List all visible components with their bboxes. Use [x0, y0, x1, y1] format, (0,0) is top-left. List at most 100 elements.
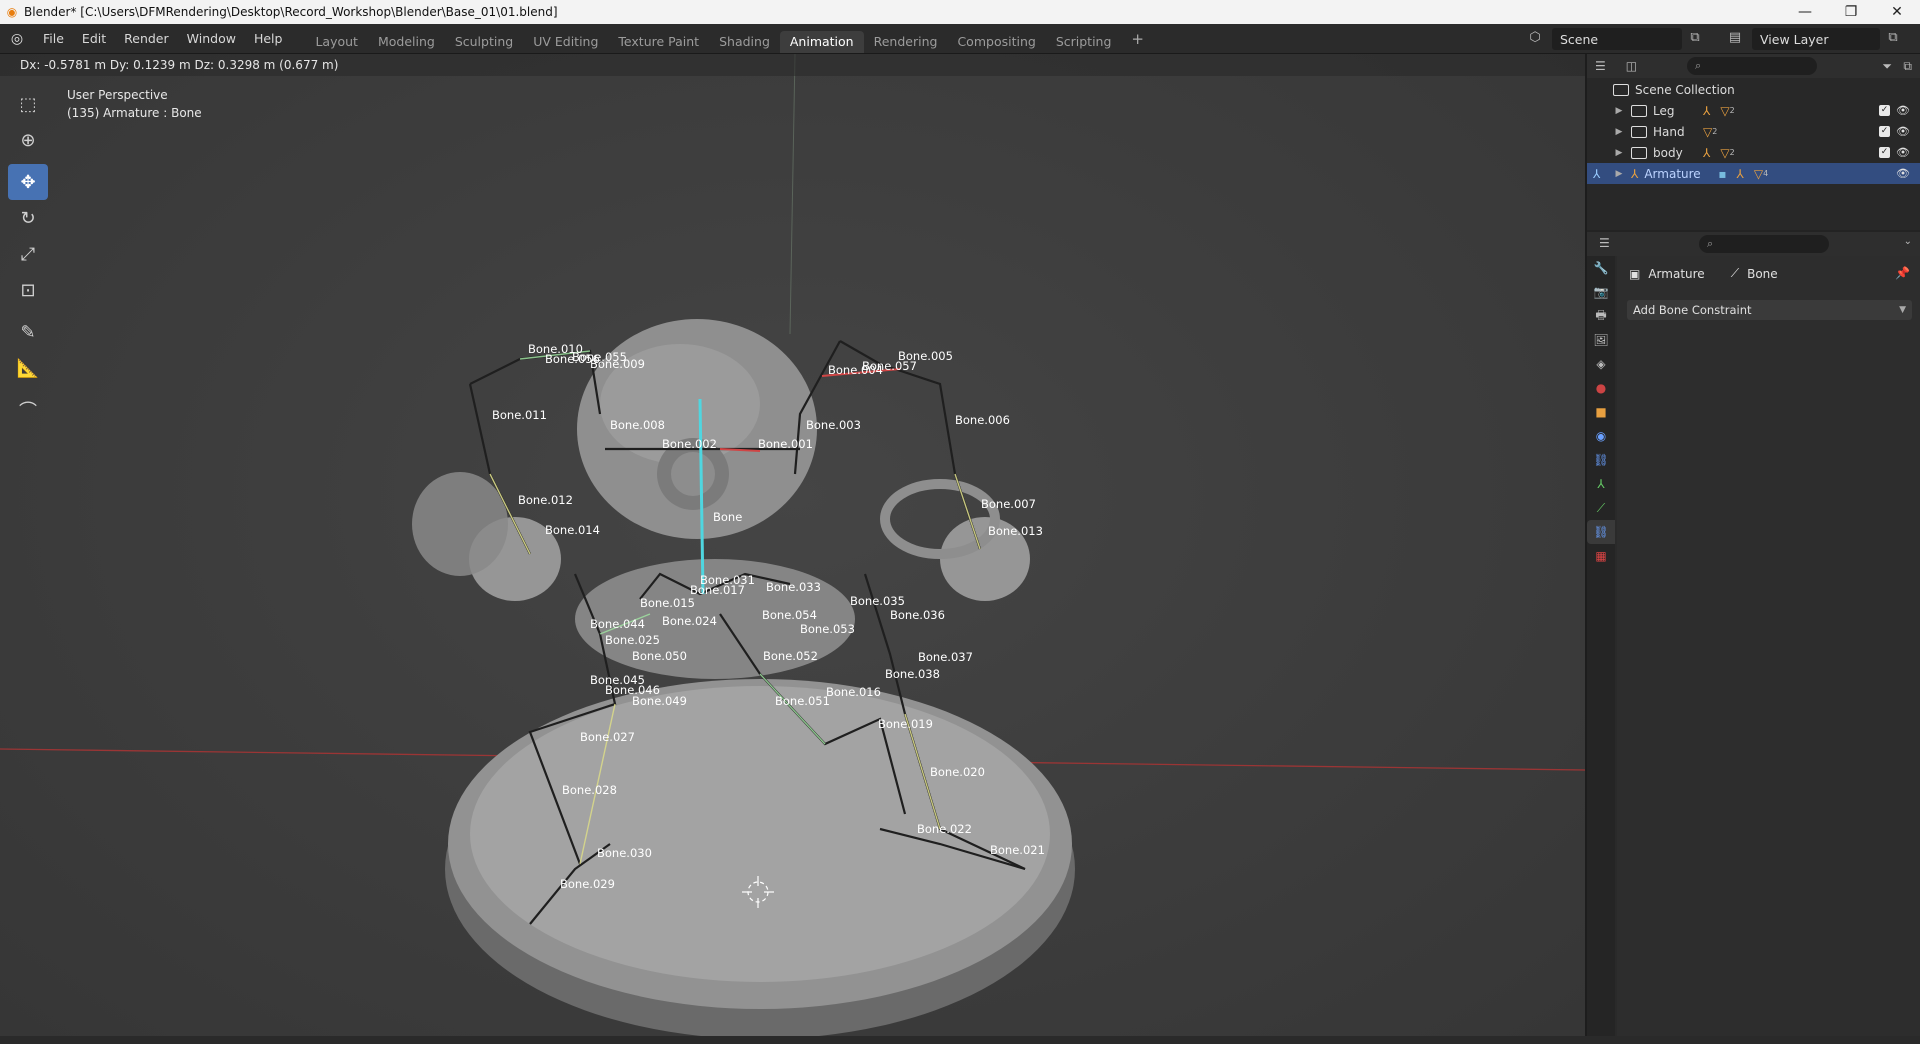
move-icon[interactable]: ✥: [8, 164, 48, 200]
tab-rendering[interactable]: Rendering: [864, 31, 948, 53]
scene-selector[interactable]: Scene: [1552, 28, 1682, 50]
exclude-checkbox[interactable]: ✓: [1879, 105, 1890, 116]
bone-group-icon: ▪: [1718, 166, 1727, 181]
outliner-item-hand[interactable]: ▶ Hand ▽ 2 ✓ 👁: [1587, 121, 1920, 142]
new-collection-icon[interactable]: ⧉: [1903, 59, 1912, 74]
object-tab-icon[interactable]: ■: [1587, 400, 1615, 424]
menu-window[interactable]: Window: [178, 24, 245, 54]
menu-file[interactable]: File: [34, 24, 73, 54]
collection-icon: [1631, 146, 1647, 159]
bone-tab-icon[interactable]: ⟋: [1587, 496, 1615, 520]
measure-icon[interactable]: 📐: [8, 350, 48, 386]
pose-mode-icon[interactable]: ⅄: [1593, 167, 1613, 181]
view-layer-new-icon[interactable]: ⧉: [1884, 30, 1902, 48]
outliner-item-leg[interactable]: ▶ Leg ⅄ ▽ 2 ✓ 👁: [1587, 100, 1920, 121]
expand-arrow-icon[interactable]: ▶: [1613, 127, 1625, 137]
outliner-root[interactable]: Scene Collection: [1587, 79, 1920, 100]
menu-edit[interactable]: Edit: [73, 24, 115, 54]
tab-animation[interactable]: Animation: [779, 30, 864, 53]
tab-shading[interactable]: Shading: [709, 31, 780, 53]
bone-label: Bone.049: [632, 694, 687, 708]
tab-scripting[interactable]: Scripting: [1046, 31, 1122, 53]
properties-editor-type-icon[interactable]: ☰: [1599, 236, 1610, 250]
add-bone-constraint-dropdown[interactable]: Add Bone Constraint ▼: [1627, 300, 1912, 320]
bone-label: Bone.002: [662, 437, 717, 451]
scale-icon[interactable]: ⤢: [8, 236, 48, 272]
armature-data-tab-icon[interactable]: ⅄: [1587, 472, 1615, 496]
bone-label: Bone.038: [885, 667, 940, 681]
scene-new-icon[interactable]: ⧉: [1686, 30, 1704, 48]
add-bone-constraint-label: Add Bone Constraint: [1633, 303, 1752, 317]
bone-label: Bone.033: [766, 580, 821, 594]
eye-icon[interactable]: 👁: [1896, 125, 1910, 138]
expand-arrow-icon[interactable]: ▶: [1613, 148, 1625, 158]
add-workspace-button[interactable]: +: [1121, 30, 1154, 48]
view-layer-selector[interactable]: View Layer: [1752, 28, 1880, 50]
modifier-tab-icon[interactable]: ◉: [1587, 424, 1615, 448]
menu-help[interactable]: Help: [245, 24, 292, 54]
exclude-checkbox[interactable]: ✓: [1879, 147, 1890, 158]
object-constraint-tab-icon[interactable]: ⛓: [1587, 448, 1615, 472]
crumb-bone: Bone: [1747, 266, 1778, 281]
outliner: ☰ ◫ ⌕ ⏷ ⧉ Scene Collection ▶ Leg ⅄ ▽ 2 ✓…: [1587, 54, 1920, 230]
outliner-display-mode-icon[interactable]: ◫: [1626, 59, 1637, 73]
exclude-checkbox[interactable]: ✓: [1879, 126, 1890, 137]
tab-texture-paint[interactable]: Texture Paint: [608, 31, 709, 53]
minimize-button[interactable]: —: [1782, 4, 1828, 20]
bone-label: Bone.051: [775, 694, 830, 708]
tab-compositing[interactable]: Compositing: [947, 31, 1045, 53]
selection-info: (135) Armature : Bone: [67, 106, 202, 120]
eye-icon[interactable]: 👁: [1896, 146, 1910, 159]
bone-label: Bone.028: [562, 783, 617, 797]
filter-icon[interactable]: ⏷: [1882, 59, 1892, 74]
close-button[interactable]: ✕: [1874, 4, 1920, 20]
roll-icon[interactable]: ⌒: [8, 392, 48, 428]
view-layer-icon[interactable]: ▤: [1726, 30, 1744, 48]
scene-icon[interactable]: ⬡: [1526, 30, 1544, 48]
menu-render[interactable]: Render: [115, 24, 178, 54]
outliner-search-input[interactable]: ⌕: [1687, 57, 1817, 75]
render-tab-icon[interactable]: 📷: [1587, 280, 1615, 304]
expand-arrow-icon[interactable]: ▶: [1613, 106, 1625, 116]
bone-label: Bone.052: [763, 649, 818, 663]
rotate-icon[interactable]: ↻: [8, 200, 48, 236]
outliner-item-body[interactable]: ▶ body ⅄ ▽ 2 ✓ 👁: [1587, 142, 1920, 163]
bone-label: Bone.008: [610, 418, 665, 432]
properties-search-input[interactable]: ⌕: [1699, 235, 1829, 253]
tab-modeling[interactable]: Modeling: [368, 31, 445, 53]
pin-icon[interactable]: 📌: [1895, 266, 1910, 280]
item-count: 4: [1763, 169, 1769, 178]
collection-icon: [1613, 83, 1629, 96]
bone-label: Bone.024: [662, 614, 717, 628]
texture-tab-icon[interactable]: ▦: [1587, 544, 1615, 568]
search-icon: ⌕: [1707, 237, 1714, 250]
chevron-down-icon[interactable]: ⌄: [1904, 236, 1912, 247]
window-title: Blender* [C:\Users\DFMRendering\Desktop\…: [24, 5, 558, 19]
outliner-editor-type-icon[interactable]: ☰: [1595, 59, 1606, 73]
annotate-icon[interactable]: ✎: [8, 314, 48, 350]
eye-icon[interactable]: 👁: [1896, 167, 1910, 180]
crumb-armature: Armature: [1648, 266, 1705, 281]
blender-menu-icon[interactable]: ◎: [0, 31, 34, 47]
bone-constraint-tab-icon[interactable]: ⛓: [1587, 520, 1615, 544]
scene-tab-icon[interactable]: ◈: [1587, 352, 1615, 376]
maximize-button[interactable]: ❐: [1828, 4, 1874, 20]
bone-label: Bone.020: [930, 765, 985, 779]
select-box-icon[interactable]: ⬚: [8, 86, 48, 122]
tab-layout[interactable]: Layout: [305, 31, 368, 53]
eye-icon[interactable]: 👁: [1896, 104, 1910, 117]
view-layer-tab-icon[interactable]: 🖼: [1587, 328, 1615, 352]
tool-tab-icon[interactable]: 🔧: [1587, 256, 1615, 280]
z-axis-line: [789, 54, 796, 335]
bone-label: Bone.001: [758, 437, 813, 451]
3d-viewport[interactable]: Bone.010 Bone.056 Bone.009 Bone.055 Bone.011…: [0, 54, 1585, 1036]
outliner-item-armature[interactable]: ⅄ ▶ ⅄ Armature ▪ ⅄ ▽ 4 👁: [1587, 163, 1920, 184]
cursor-icon[interactable]: ⊕: [8, 122, 48, 158]
transform-icon[interactable]: ⊡: [8, 272, 48, 308]
tab-uv-editing[interactable]: UV Editing: [523, 31, 608, 53]
world-tab-icon[interactable]: ●: [1587, 376, 1615, 400]
expand-arrow-icon[interactable]: ▶: [1613, 169, 1625, 179]
tab-sculpting[interactable]: Sculpting: [445, 31, 523, 53]
output-tab-icon[interactable]: 🖶: [1587, 304, 1615, 328]
armature-data-icon: ⅄: [1703, 103, 1711, 118]
